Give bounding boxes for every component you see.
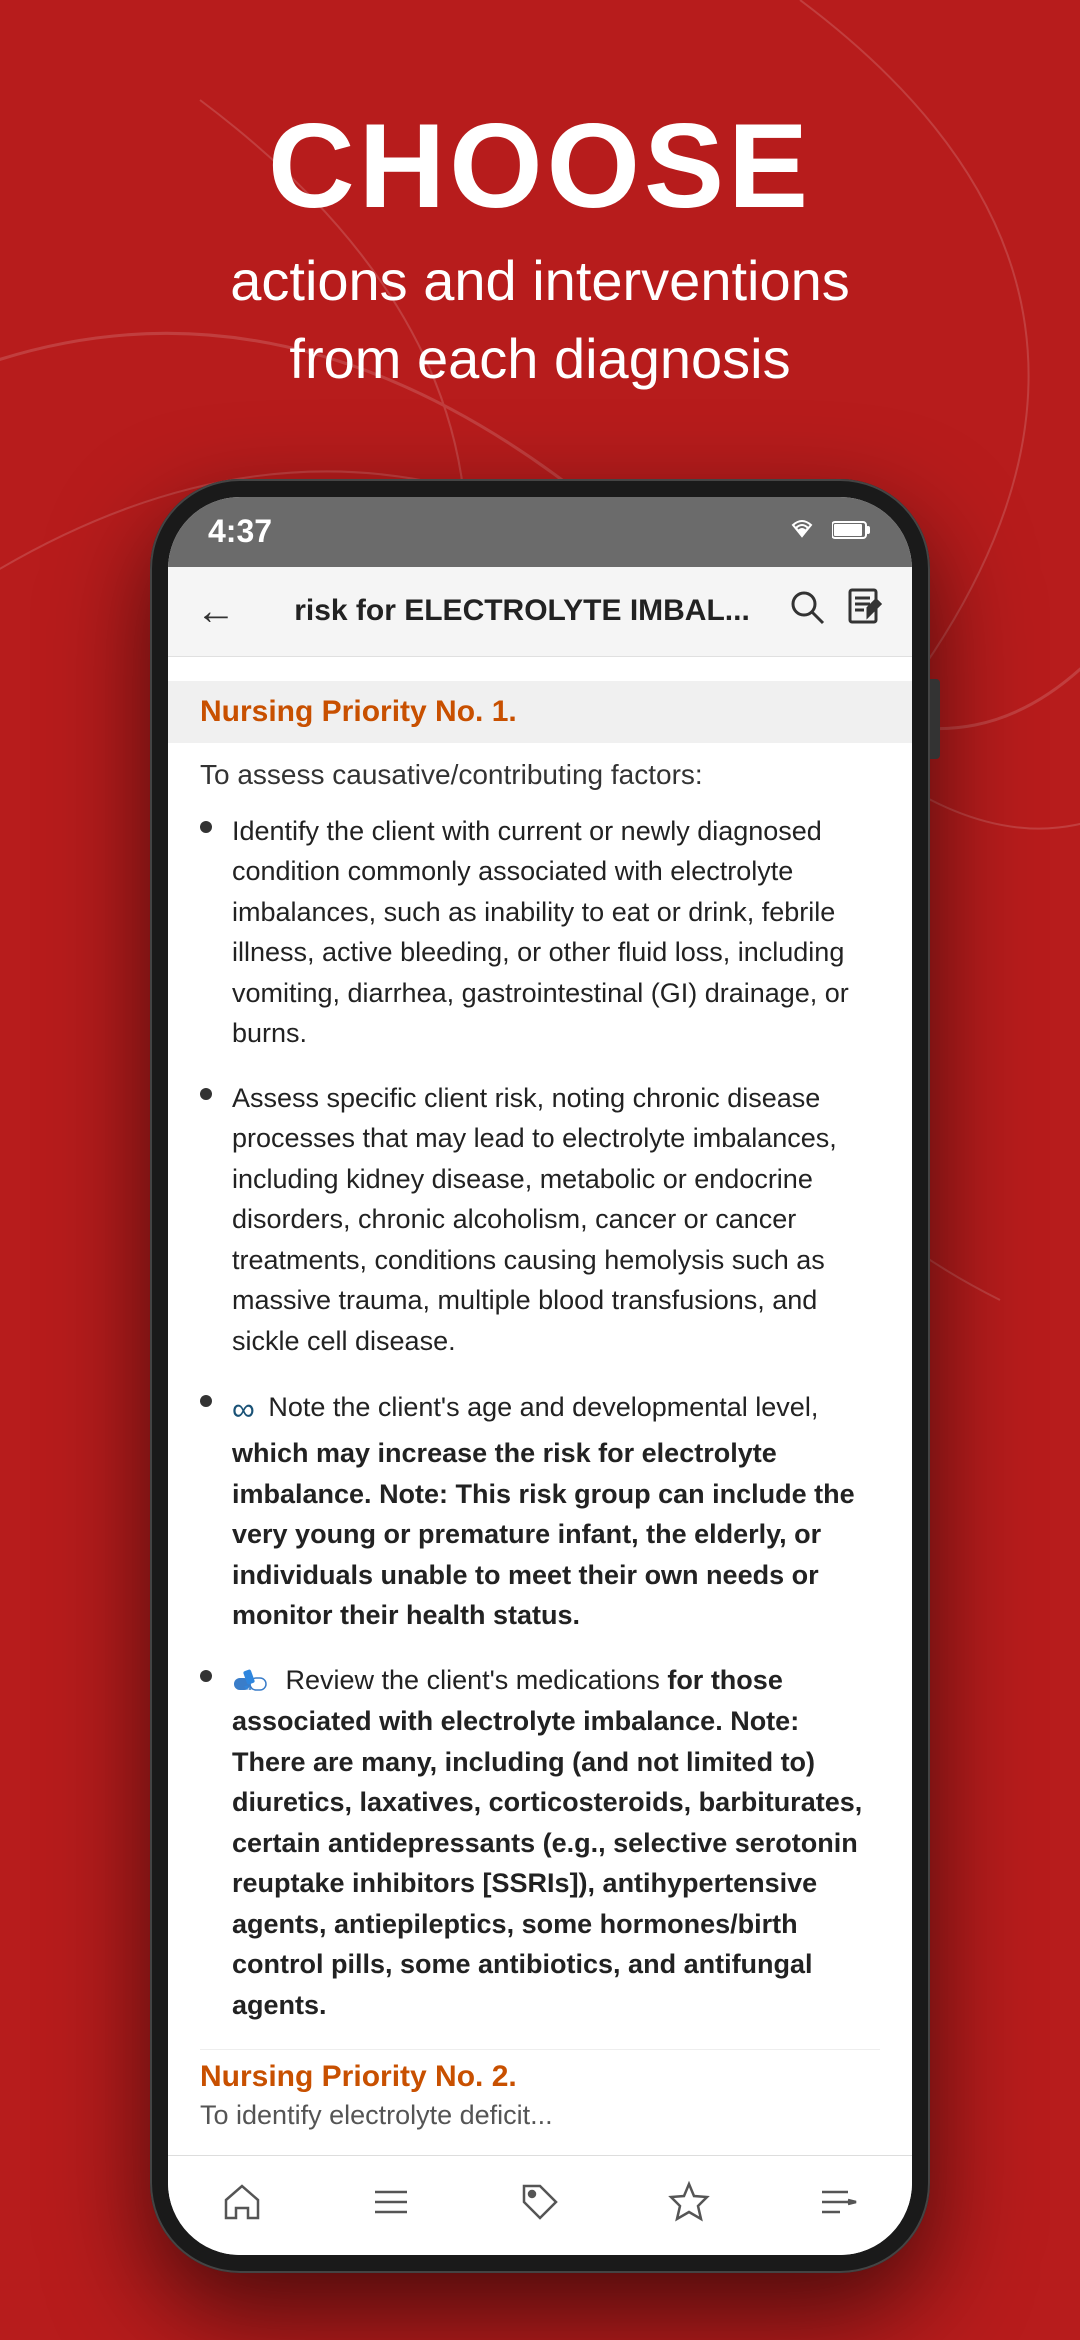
status-bar: 4:37 [168, 497, 912, 567]
priority-2-title: Nursing Priority No. 2. [200, 2049, 880, 2094]
bullet-dot [200, 1670, 212, 1682]
priority-1-subtitle: To assess causative/contributing factors… [200, 759, 880, 791]
bullet-dot [200, 1395, 212, 1407]
nav-list[interactable] [369, 2180, 413, 2224]
header-action-icons [788, 588, 884, 635]
bullet-text-1: Identify the client with current or newl… [232, 811, 880, 1054]
content-area: Nursing Priority No. 1. To assess causat… [168, 657, 912, 2155]
app-header: ← risk for ELECTROLYTE IMBAL... [168, 567, 912, 657]
hero-subtitle: actions and interventions from each diag… [0, 242, 1080, 399]
pill-icon [232, 1662, 272, 1701]
header-title: risk for ELECTROLYTE IMBAL... [256, 594, 788, 628]
priority-1-header: Nursing Priority No. 1. [168, 681, 912, 743]
nav-tag[interactable] [518, 2180, 562, 2224]
hero-section: CHOOSE actions and interventions from ea… [0, 0, 1080, 459]
notes-icon[interactable] [846, 588, 884, 635]
nav-star[interactable] [667, 2180, 711, 2224]
wifi-icon [784, 514, 820, 549]
priority-2-subtitle: To identify electrolyte deficit... [200, 2100, 880, 2131]
status-icons [784, 514, 872, 549]
bullet-dot [200, 821, 212, 833]
phone-outer-frame: 4:37 [150, 479, 930, 2273]
infinity-icon: ∞ [232, 1385, 255, 1433]
bullet-list: Identify the client with current or newl… [200, 811, 880, 2025]
phone-inner-frame: 4:37 [168, 497, 912, 2255]
bullet-dot [200, 1088, 212, 1100]
hero-title: CHOOSE [0, 100, 1080, 232]
bottom-navigation [168, 2155, 912, 2255]
phone-side-button [930, 679, 940, 759]
list-item: ∞ Note the client's age and developmenta… [200, 1385, 880, 1636]
bullet-text-4: Review the client's medications for thos… [232, 1660, 880, 2025]
bullet-text-2: Assess specific client risk, noting chro… [232, 1078, 880, 1362]
back-button[interactable]: ← [196, 589, 236, 634]
battery-icon [832, 516, 872, 548]
nav-toc[interactable] [816, 2180, 860, 2224]
phone-mockup: 4:37 [0, 459, 1080, 2273]
list-item: Identify the client with current or newl… [200, 811, 880, 1054]
list-item: Assess specific client risk, noting chro… [200, 1078, 880, 1362]
nav-home[interactable] [220, 2180, 264, 2224]
status-time: 4:37 [208, 513, 272, 550]
bullet-text-3: ∞ Note the client's age and developmenta… [232, 1385, 880, 1636]
priority-1-title: Nursing Priority No. 1. [200, 695, 880, 729]
list-item: Review the client's medications for thos… [200, 1660, 880, 2025]
search-icon[interactable] [788, 588, 826, 635]
